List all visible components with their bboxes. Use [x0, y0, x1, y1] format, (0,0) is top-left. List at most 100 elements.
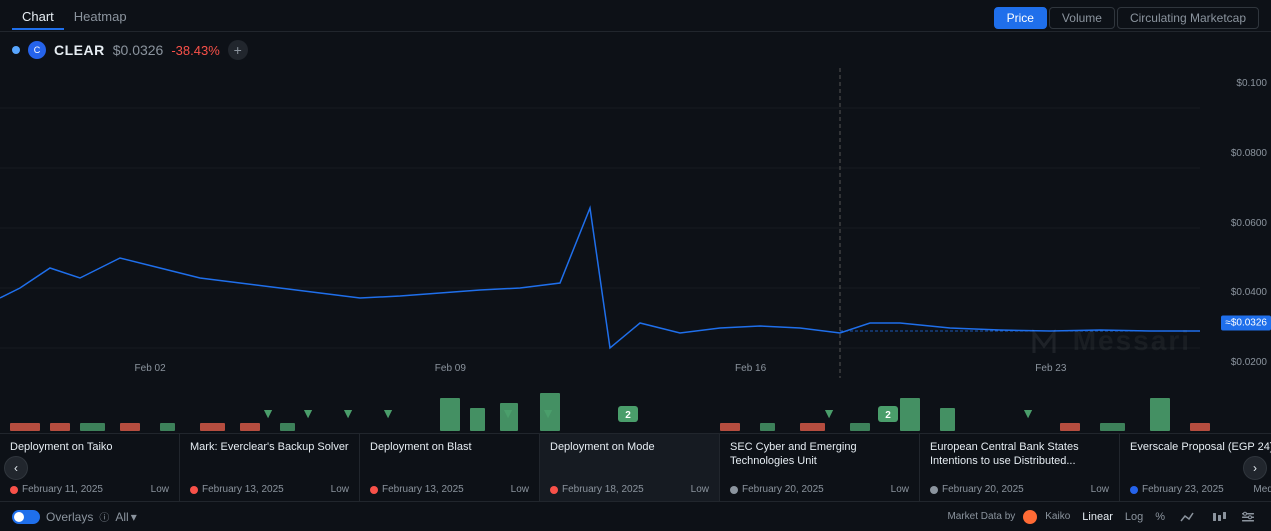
news-title-2: Deployment on Blast: [370, 440, 529, 454]
candlestick-icon[interactable]: [1207, 506, 1229, 528]
news-card-4[interactable]: SEC Cyber and Emerging Technologies Unit…: [720, 434, 920, 501]
info-icon: ⓘ: [99, 509, 109, 524]
sentiment-dot-2: [370, 486, 378, 494]
ticker-name: CLEAR: [54, 42, 105, 58]
news-title-0: Deployment on Taiko: [10, 440, 169, 454]
svg-text:▼: ▼: [381, 405, 395, 421]
y-axis-labels: $0.100 $0.0800 $0.0600 $0.0400 $0.0200: [1201, 68, 1271, 378]
btn-volume[interactable]: Volume: [1049, 7, 1115, 29]
market-data-label: Market Data by: [947, 511, 1015, 522]
svg-text:2: 2: [625, 410, 631, 421]
kaiko-logo: [1023, 510, 1037, 524]
news-card-2[interactable]: Deployment on Blast February 13, 2025 Lo…: [360, 434, 540, 501]
sentiment-label-2: Low: [511, 484, 529, 495]
news-meta-5: February 20, 2025 Low: [930, 484, 1109, 495]
ticker-price: $0.0326: [113, 42, 164, 58]
chevron-down-icon: ▾: [131, 510, 137, 524]
ticker-status-dot: [12, 46, 20, 54]
ticker-change: -38.43%: [171, 43, 219, 58]
news-date-1: February 13, 2025: [202, 484, 284, 495]
news-title-4: SEC Cyber and Emerging Technologies Unit: [730, 440, 909, 469]
sentiment-label-3: Low: [691, 484, 709, 495]
tab-chart[interactable]: Chart: [12, 5, 64, 30]
sentiment-label-1: Low: [331, 484, 349, 495]
kaiko-label: Kaiko: [1045, 511, 1070, 522]
y-label-1: $0.100: [1205, 78, 1267, 89]
sentiment-label-4: Low: [891, 484, 909, 495]
x-label-1: Feb 02: [135, 363, 166, 374]
news-meta-4: February 20, 2025 Low: [730, 484, 909, 495]
svg-text:▼: ▼: [501, 405, 515, 421]
y-label-2: $0.0800: [1205, 148, 1267, 159]
x-label-4: Feb 23: [1035, 363, 1066, 374]
sentiment-dot-4: [730, 486, 738, 494]
events-bars-svg: ▼ ▼ ▼ ▼ ▼ ▼ ▼ ▼ 2 2: [0, 378, 1271, 433]
news-meta-3: February 18, 2025 Low: [550, 484, 709, 495]
line-chart-icon[interactable]: [1177, 506, 1199, 528]
news-title-3: Deployment on Mode: [550, 440, 709, 454]
x-axis-labels: Feb 02 Feb 09 Feb 16 Feb 23: [0, 363, 1201, 374]
chart-area: $0.100 $0.0800 $0.0600 $0.0400 $0.0200 ≈…: [0, 68, 1271, 378]
scale-linear-btn[interactable]: Linear: [1078, 509, 1117, 525]
header-tabs: Chart Heatmap Price Volume Circulating M…: [0, 0, 1271, 32]
news-meta-1: February 13, 2025 Low: [190, 484, 349, 495]
news-card-1[interactable]: Mark: Everclear's Backup Solver February…: [180, 434, 360, 501]
news-card-5[interactable]: European Central Bank States Intentions …: [920, 434, 1120, 501]
bottom-right: Market Data by Kaiko Linear Log %: [947, 506, 1259, 528]
news-date-6: February 23, 2025: [1142, 484, 1224, 495]
svg-text:▼: ▼: [822, 405, 836, 421]
sentiment-dot-0: [10, 486, 18, 494]
news-meta-0: February 11, 2025 Low: [10, 484, 169, 495]
sentiment-label-5: Low: [1091, 484, 1109, 495]
x-label-2: Feb 09: [435, 363, 466, 374]
svg-text:▼: ▼: [301, 405, 315, 421]
news-date-0: February 11, 2025: [22, 484, 103, 495]
news-cards-row: ‹ Deployment on Taiko February 11, 2025 …: [0, 433, 1271, 501]
svg-text:2: 2: [885, 410, 891, 421]
all-dropdown[interactable]: All ▾: [115, 510, 136, 524]
news-date-2: February 13, 2025: [382, 484, 464, 495]
news-card-3[interactable]: Deployment on Mode February 18, 2025 Low: [540, 434, 720, 501]
news-date-3: February 18, 2025: [562, 484, 644, 495]
scale-percent-btn[interactable]: %: [1151, 509, 1169, 525]
news-title-1: Mark: Everclear's Backup Solver: [190, 440, 349, 454]
ticker-icon: C: [28, 41, 46, 59]
nav-left-button[interactable]: ‹: [4, 456, 28, 480]
ticker-info: C CLEAR $0.0326 -38.43% +: [12, 40, 248, 60]
svg-text:▼: ▼: [341, 405, 355, 421]
btn-price[interactable]: Price: [994, 7, 1047, 29]
svg-text:▼: ▼: [541, 405, 555, 421]
add-button[interactable]: +: [228, 40, 248, 60]
nav-right-button[interactable]: ›: [1243, 456, 1267, 480]
scale-log-btn[interactable]: Log: [1121, 509, 1147, 525]
bottom-bar: Overlays ⓘ All ▾ Market Data by Kaiko Li…: [0, 501, 1271, 531]
news-date-4: February 20, 2025: [742, 484, 824, 495]
svg-text:▼: ▼: [261, 405, 275, 421]
y-label-5: $0.0200: [1205, 357, 1267, 368]
y-label-3: $0.0600: [1205, 218, 1267, 229]
overlays-section: Overlays ⓘ All ▾: [12, 509, 137, 524]
sentiment-dot-5: [930, 486, 938, 494]
news-meta-2: February 13, 2025 Low: [370, 484, 529, 495]
price-badge: ≈$0.0326: [1221, 316, 1271, 331]
x-label-3: Feb 16: [735, 363, 766, 374]
news-title-5: European Central Bank States Intentions …: [930, 440, 1109, 469]
news-date-5: February 20, 2025: [942, 484, 1024, 495]
sentiment-label-0: Low: [151, 484, 169, 495]
svg-text:▼: ▼: [1021, 405, 1035, 421]
events-bar-area: ▼ ▼ ▼ ▼ ▼ ▼ ▼ ▼ 2 2: [0, 378, 1271, 433]
overlays-label: Overlays: [46, 510, 93, 524]
sentiment-dot-3: [550, 486, 558, 494]
sentiment-label-6: Medium: [1253, 484, 1271, 495]
news-meta-6: February 23, 2025 Medium: [1130, 484, 1271, 495]
btn-marketcap[interactable]: Circulating Marketcap: [1117, 7, 1259, 29]
chart-type-buttons: Price Volume Circulating Marketcap: [994, 7, 1259, 29]
tab-heatmap[interactable]: Heatmap: [64, 5, 137, 30]
messari-watermark: Messari: [1029, 325, 1191, 358]
top-bar: C CLEAR $0.0326 -38.43% +: [0, 32, 1271, 68]
sentiment-dot-6: [1130, 486, 1138, 494]
scale-buttons: Linear Log %: [1078, 509, 1169, 525]
overlays-toggle[interactable]: [12, 510, 40, 524]
settings-icon[interactable]: [1237, 506, 1259, 528]
y-label-4: $0.0400: [1205, 287, 1267, 298]
